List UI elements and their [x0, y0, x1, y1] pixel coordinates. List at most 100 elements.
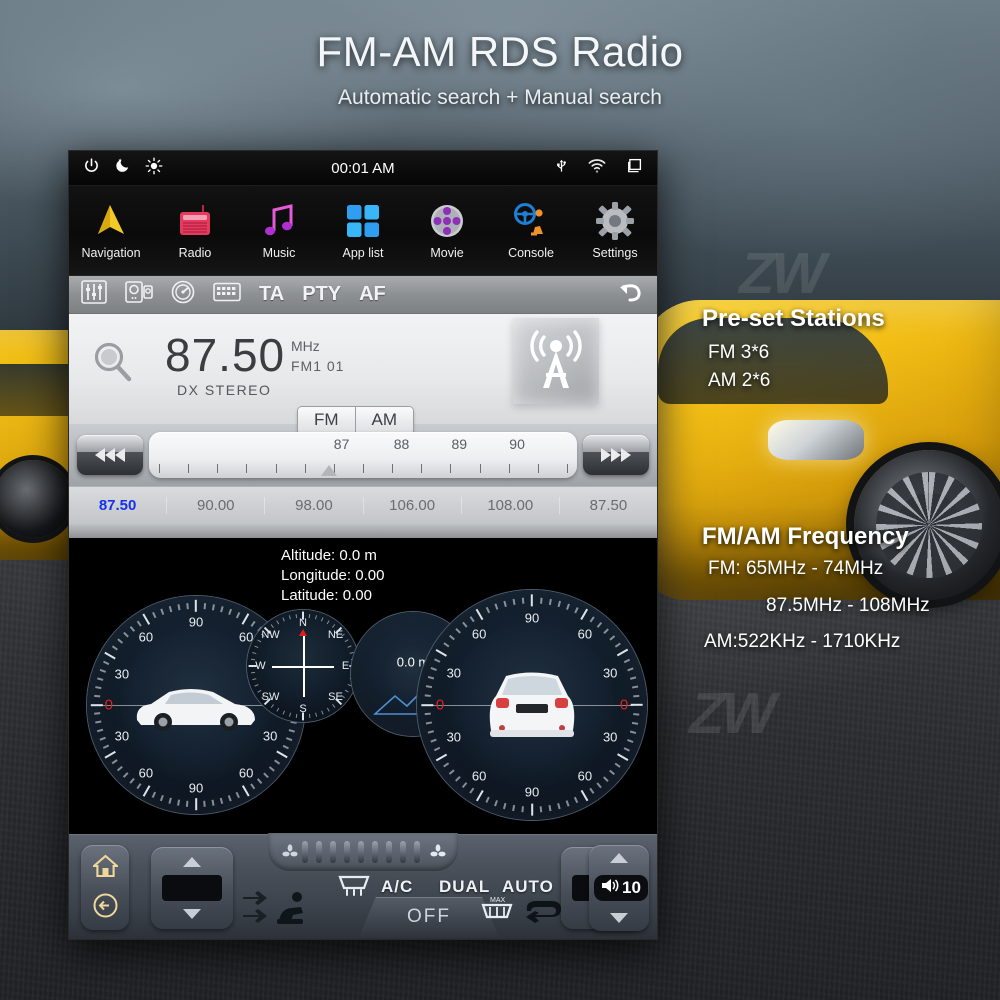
back-circle-icon[interactable]: [93, 893, 118, 923]
scale-tick: [480, 464, 481, 473]
am-button[interactable]: AM: [355, 407, 414, 434]
app-label: Navigation: [81, 246, 140, 260]
scale-tick: [421, 464, 422, 473]
vent-slat: [414, 841, 420, 863]
volume-control[interactable]: 10: [589, 845, 649, 931]
gauge-tick: [282, 617, 285, 621]
rear-defrost-max-icon[interactable]: MAX: [479, 895, 515, 930]
usb-icon[interactable]: [554, 157, 569, 180]
af-button[interactable]: AF: [359, 283, 386, 306]
app-label: Movie: [430, 246, 463, 260]
temp-up-arrow-icon[interactable]: [183, 857, 201, 867]
scale-tick: [567, 464, 568, 473]
preset-button[interactable]: 108.00: [462, 497, 560, 514]
app-label: Music: [263, 246, 296, 260]
gps-readout: Altitude: 0.0 m Longitude: 0.00 Latitude…: [281, 546, 384, 606]
gauge-tick: [470, 788, 475, 794]
gauge-tick: [264, 698, 271, 705]
magnifier-icon[interactable]: [91, 340, 135, 389]
ta-button[interactable]: TA: [259, 283, 284, 306]
wifi-icon[interactable]: [587, 158, 607, 179]
gauge-tick: [540, 598, 542, 604]
gauge-tick: [212, 604, 215, 610]
band-switch[interactable]: FM AM: [297, 406, 414, 435]
front-defrost-icon[interactable]: [337, 873, 371, 902]
gauge-tick: [494, 604, 498, 610]
gauge-tick: [633, 713, 639, 715]
gauge-tick: [462, 782, 467, 788]
speaker-balance-icon[interactable]: [125, 281, 153, 308]
airflow-arrows-icon[interactable]: [241, 891, 269, 930]
gauge-tick: [276, 751, 288, 759]
gauge-tick: [186, 801, 188, 807]
app-app-list[interactable]: App list: [321, 186, 405, 275]
preset-button[interactable]: 98.00: [265, 497, 363, 514]
app-music[interactable]: Music: [237, 186, 321, 275]
gauge-tick: [566, 604, 570, 610]
gauge-tick: [123, 772, 128, 777]
mode-flags: DX STEREO: [177, 382, 271, 398]
app-console[interactable]: Console: [489, 186, 573, 275]
fm-button[interactable]: FM: [298, 407, 355, 434]
ac-button[interactable]: A/C: [381, 877, 413, 897]
gauge-tick: [252, 652, 256, 654]
brightness-icon[interactable]: [145, 157, 163, 180]
preset-button[interactable]: 90.00: [167, 497, 265, 514]
preset-button[interactable]: 87.50: [560, 497, 657, 514]
gauge-tick: [428, 676, 434, 679]
film-reel-icon: [427, 201, 467, 241]
recent-apps-icon[interactable]: [625, 157, 643, 180]
home-icon[interactable]: [93, 854, 118, 883]
back-arrow-icon[interactable]: [617, 281, 645, 309]
page-title: FM-AM RDS Radio: [0, 28, 1000, 76]
climate-off-button[interactable]: OFF: [359, 897, 499, 937]
gauge-tick: [345, 690, 349, 693]
preset-stations-fm: FM 3*6: [708, 342, 769, 364]
gauge-tick: [152, 612, 156, 618]
keypad-icon[interactable]: [213, 281, 241, 308]
app-movie[interactable]: Movie: [405, 186, 489, 275]
frequency-scale[interactable]: 87 88 89 90: [149, 432, 577, 478]
scan-dial-icon[interactable]: [171, 280, 195, 309]
gauge-tick: [476, 609, 484, 621]
auto-button[interactable]: AUTO: [502, 877, 554, 897]
gauge-tick: [431, 739, 437, 743]
power-icon[interactable]: [83, 157, 100, 179]
gauge-tick: [558, 601, 561, 607]
app-radio[interactable]: Radio: [153, 186, 237, 275]
pty-button[interactable]: PTY: [302, 283, 341, 306]
background-car-right: [640, 300, 1000, 600]
scale-tick: [450, 464, 451, 473]
steering-wheel-icon: [511, 201, 551, 241]
gauge-tick: [100, 737, 106, 741]
frequency-fm-low: FM: 65MHz - 74MHz: [708, 558, 883, 580]
gauge-tick: [177, 604, 180, 610]
gauge-tick: [449, 635, 455, 640]
app-navigation[interactable]: Navigation: [69, 186, 153, 275]
gauge-tick: [558, 803, 561, 809]
seek-backward-icon[interactable]: [77, 435, 143, 475]
preset-button[interactable]: 106.00: [364, 497, 462, 514]
volume-down-arrow-icon[interactable]: [610, 913, 628, 923]
vent-slat: [372, 841, 378, 863]
current-frequency: 87.50: [165, 328, 285, 382]
gauge-tick: [123, 632, 128, 637]
seat-airflow-icon[interactable]: [275, 891, 307, 930]
app-label: Radio: [179, 246, 212, 260]
preset-button[interactable]: 87.50: [69, 497, 167, 514]
scale-tick: [246, 464, 247, 473]
gauge-tick: [332, 624, 335, 628]
night-mode-icon[interactable]: [113, 157, 132, 179]
seek-forward-icon[interactable]: [583, 435, 649, 475]
gauge-tick: [624, 747, 630, 751]
gps-longitude: Longitude: 0.00: [281, 566, 384, 586]
air-recirculation-icon[interactable]: [521, 897, 563, 928]
driver-temperature-control[interactable]: [151, 847, 233, 929]
dual-button[interactable]: DUAL: [439, 877, 490, 897]
gauge-tick: [104, 751, 116, 759]
gauge-tick: [476, 790, 484, 802]
volume-up-arrow-icon[interactable]: [610, 853, 628, 863]
temp-down-arrow-icon[interactable]: [183, 909, 201, 919]
app-settings[interactable]: Settings: [573, 186, 657, 275]
equalizer-icon[interactable]: [81, 280, 107, 309]
